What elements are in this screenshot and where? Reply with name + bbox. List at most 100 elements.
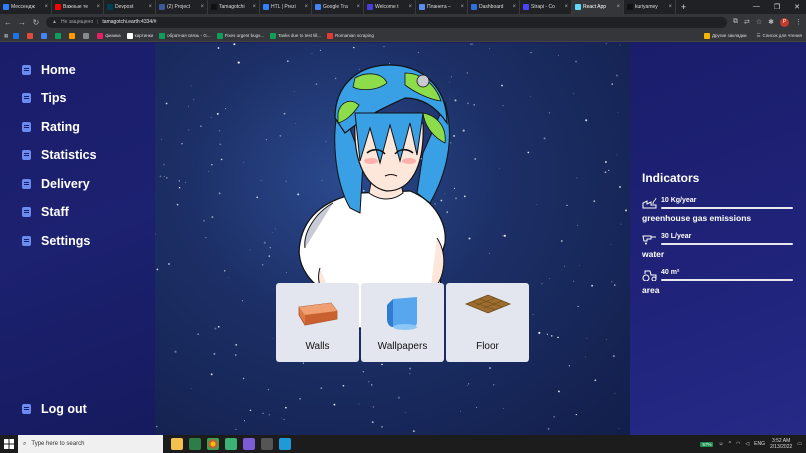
browser-tab[interactable]: HTL | Prezi × <box>260 0 312 14</box>
bookmark-favicon-icon <box>41 32 48 39</box>
bookmark-item[interactable] <box>13 32 21 39</box>
address-input[interactable]: ▲ Не защищено | tamagotchi.earth:4334/# <box>46 16 727 28</box>
profile-avatar[interactable]: P <box>780 17 789 27</box>
new-tab-button[interactable]: + <box>676 2 691 12</box>
chevron-up-icon[interactable]: ^ <box>729 441 731 447</box>
clock[interactable]: 3:52 AM 2/13/2022 <box>770 438 792 450</box>
start-button[interactable] <box>0 435 18 453</box>
logout-button[interactable]: Log out <box>22 402 87 416</box>
battery-indicator[interactable]: 57% <box>700 441 714 447</box>
bookmark-item[interactable] <box>27 32 35 39</box>
bookmark-item[interactable]: физика <box>97 32 121 39</box>
close-icon[interactable]: × <box>512 4 516 10</box>
maximize-icon[interactable]: ❐ <box>774 3 780 11</box>
favicon-icon <box>159 4 165 10</box>
favicon-icon <box>3 4 9 10</box>
browser-tab[interactable]: Важные те × <box>52 0 104 14</box>
indicator-bar <box>661 207 793 209</box>
extensions-icon[interactable]: ✱ <box>768 18 774 27</box>
browser-tab[interactable]: Tamagotchi × <box>208 0 260 14</box>
pycharm-icon[interactable] <box>225 438 237 450</box>
sidebar-item-home[interactable]: Home <box>22 63 76 77</box>
close-icon[interactable]: × <box>96 4 100 10</box>
speaker-icon[interactable]: ◁ <box>745 441 749 447</box>
browser-tab[interactable]: Devpost × <box>104 0 156 14</box>
bookmark-item[interactable] <box>83 32 91 39</box>
store-icon[interactable] <box>189 438 201 450</box>
close-icon[interactable]: × <box>408 4 412 10</box>
sidebar-item-statistics[interactable]: Statistics <box>22 148 97 162</box>
browser-tab[interactable]: (2) Project × <box>156 0 208 14</box>
menu-icon[interactable]: ⋮ <box>795 18 802 27</box>
bookmark-item[interactable]: Tasks due to test till... <box>270 32 321 39</box>
notifications-icon[interactable]: ▭ <box>797 441 802 447</box>
chrome-icon[interactable] <box>207 438 219 450</box>
bookmark-item[interactable]: Fixes urgent bugs... <box>216 32 264 39</box>
bookmark-item[interactable]: обратная связь - G... <box>159 32 211 39</box>
close-icon[interactable]: × <box>148 4 152 10</box>
close-icon[interactable]: × <box>460 4 464 10</box>
browser-tab[interactable]: Планета – × <box>416 0 468 14</box>
close-icon[interactable]: × <box>252 4 256 10</box>
teams-icon[interactable] <box>243 438 255 450</box>
close-icon[interactable]: × <box>564 4 568 10</box>
bookmark-title: обратная связь - G... <box>167 33 211 38</box>
close-icon[interactable]: × <box>356 4 360 10</box>
tab-title: Dashboard <box>479 4 504 10</box>
sidebar-item-label: Settings <box>41 234 91 248</box>
apps-icon[interactable]: ▦ <box>4 33 8 39</box>
sidebar-item-rating[interactable]: Rating <box>22 120 80 134</box>
close-icon[interactable]: × <box>668 4 672 10</box>
taskbar-search[interactable]: ⌕ Type here to search <box>18 435 163 453</box>
earth-character[interactable] <box>155 43 630 435</box>
forward-icon[interactable]: → <box>18 18 26 27</box>
browser-tab[interactable]: React App × <box>572 0 624 14</box>
bookmark-item[interactable]: картинки <box>126 32 153 39</box>
document-icon <box>22 150 31 160</box>
bookmark-item[interactable] <box>69 32 77 39</box>
address-toolbar: ← → ↻ ▲ Не защищено | tamagotchi.earth:4… <box>0 14 806 30</box>
bookmark-item[interactable] <box>55 32 63 39</box>
terminal-icon[interactable] <box>279 438 291 450</box>
bookmarks-bar: ▦ физика картинки обратная связь - G... Fix… <box>0 30 806 42</box>
close-icon[interactable]: × <box>200 4 204 10</box>
language-indicator[interactable]: ENG <box>754 441 765 447</box>
minimize-icon[interactable]: — <box>753 3 760 11</box>
bookmark-item[interactable] <box>41 32 49 39</box>
browser-tab[interactable]: Strapi - Co × <box>520 0 572 14</box>
bookmark-favicon-icon <box>216 32 223 39</box>
browser-tab[interactable]: kuriyamey × <box>624 0 676 14</box>
shop-item-label: Floor <box>476 341 499 352</box>
star-icon[interactable]: ☆ <box>756 18 762 27</box>
back-icon[interactable]: ← <box>4 18 12 27</box>
sidebar-item-tips[interactable]: Tips <box>22 91 66 105</box>
browser-tab[interactable]: Welcome t × <box>364 0 416 14</box>
wifi-icon[interactable]: ◠ <box>736 441 740 447</box>
close-icon[interactable]: × <box>44 4 48 10</box>
close-icon[interactable]: × <box>616 4 620 10</box>
sidebar-item-delivery[interactable]: Delivery <box>22 177 90 191</box>
reload-icon[interactable]: ↻ <box>32 18 40 27</box>
tab-title: Важные те <box>63 4 88 10</box>
translate-icon[interactable]: ⇄ <box>744 18 750 27</box>
close-icon[interactable]: × <box>304 4 308 10</box>
sidebar-item-label: Statistics <box>41 148 97 162</box>
shop-item-walls[interactable]: Walls <box>276 283 359 362</box>
file-explorer-icon[interactable] <box>171 438 183 450</box>
brick-icon <box>298 302 338 326</box>
shop-item-floor[interactable]: Floor <box>446 283 529 362</box>
browser-tab[interactable]: Dashboard × <box>468 0 520 14</box>
close-window-icon[interactable]: ✕ <box>794 3 800 11</box>
people-icon[interactable]: ☺ <box>718 441 723 447</box>
bookmark-item[interactable]: Romanian scraping <box>327 32 374 39</box>
shop-item-wallpapers[interactable]: Wallpapers <box>361 283 444 362</box>
app-root: Home Tips Rating Statistics Delivery Staff Set… <box>0 43 806 435</box>
other-bookmarks[interactable]: Другие закладки <box>704 32 746 39</box>
sidebar-item-settings[interactable]: Settings <box>22 234 90 248</box>
browser-tab[interactable]: Google Tra × <box>312 0 364 14</box>
reading-list[interactable]: ☰ Список для чтения <box>756 33 802 39</box>
share-icon[interactable]: ⧉ <box>733 18 738 27</box>
settings-icon[interactable] <box>261 438 273 450</box>
sidebar-item-staff[interactable]: Staff <box>22 205 69 219</box>
browser-tab[interactable]: Мессендж × <box>0 0 52 14</box>
